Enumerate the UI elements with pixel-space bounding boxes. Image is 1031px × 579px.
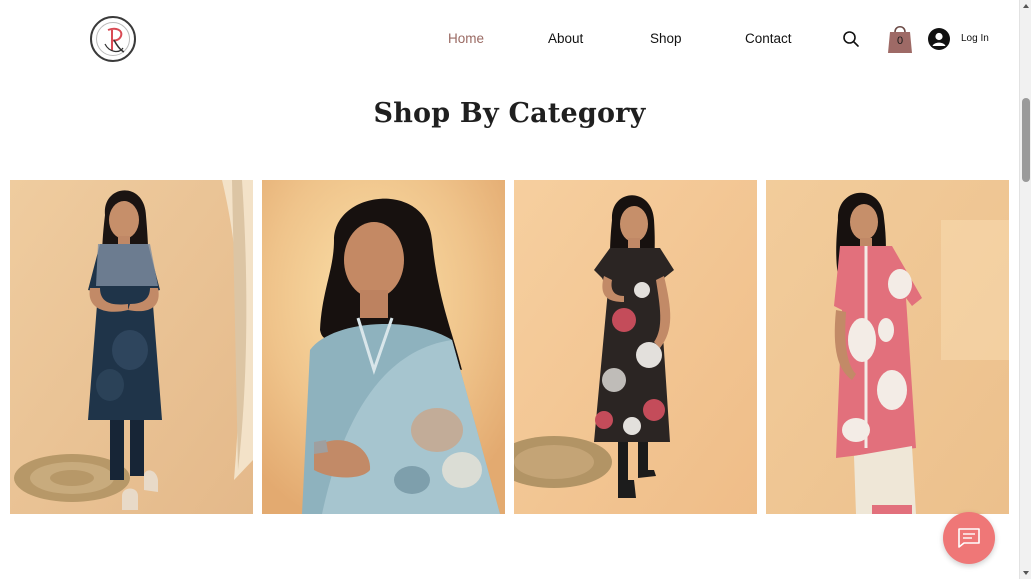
scroll-down-arrow-icon[interactable] — [1022, 569, 1030, 577]
page: Home About Shop Contact 0 Log In Shop By… — [0, 0, 1019, 579]
brand-logo-icon[interactable] — [90, 16, 136, 62]
category-image-2 — [262, 180, 505, 514]
category-card-2[interactable] — [262, 180, 505, 514]
shopping-bag-icon[interactable]: 0 — [886, 22, 914, 54]
scroll-up-arrow-icon[interactable] — [1022, 2, 1030, 10]
category-image-4 — [766, 180, 1009, 514]
search-icon[interactable] — [842, 30, 860, 48]
cart-count: 0 — [896, 35, 904, 47]
category-card-4[interactable] — [766, 180, 1009, 514]
section-title: Shop By Category — [373, 98, 646, 129]
page-scrollbar[interactable] — [1019, 0, 1031, 579]
nav-contact[interactable]: Contact — [745, 31, 792, 49]
site-header: Home About Shop Contact 0 Log In — [0, 0, 1019, 78]
nav-about[interactable]: About — [548, 31, 583, 49]
chat-button[interactable] — [943, 512, 995, 564]
user-avatar-icon[interactable] — [928, 28, 950, 50]
category-image-1 — [10, 180, 253, 514]
category-card-1[interactable] — [10, 180, 253, 514]
category-image-3 — [514, 180, 757, 514]
category-card-3[interactable] — [514, 180, 757, 514]
login-link[interactable]: Log In — [961, 33, 989, 44]
nav-home[interactable]: Home — [448, 31, 484, 49]
logo-mark — [104, 27, 125, 53]
scroll-thumb[interactable] — [1022, 98, 1030, 182]
nav-shop[interactable]: Shop — [650, 31, 682, 49]
chat-message-icon — [958, 528, 980, 548]
